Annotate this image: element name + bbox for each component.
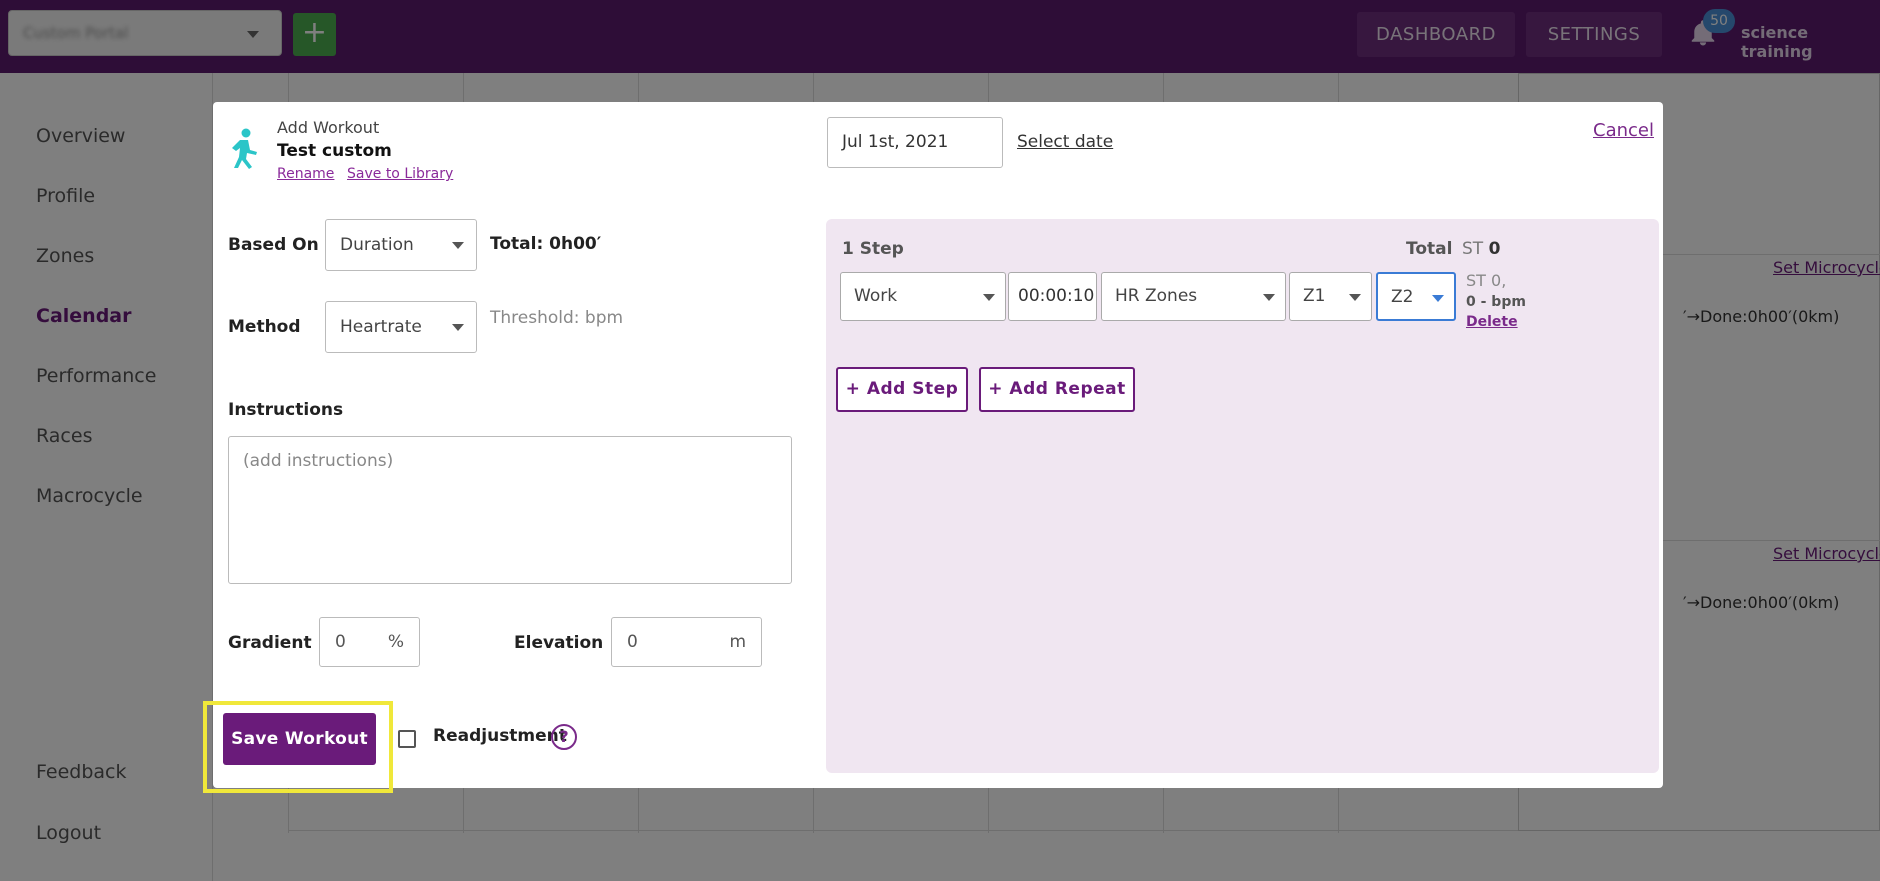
method-select[interactable]: Heartrate [325, 301, 477, 353]
zone-type-select[interactable]: HR Zones [1101, 272, 1286, 321]
based-on-select[interactable]: Duration [325, 219, 477, 271]
st-value: 0 [1488, 239, 1501, 259]
based-on-label: Based On [228, 235, 319, 255]
gradient-value: 0 [335, 632, 346, 652]
modal-eyebrow: Add Workout [277, 118, 380, 137]
add-step-button[interactable]: + Add Step [836, 367, 968, 412]
step-type-value: Work [854, 286, 898, 306]
elevation-label: Elevation [514, 633, 604, 653]
add-workout-modal: Add Workout Test custom Rename Save to L… [203, 102, 1663, 793]
readjustment-label: Readjustment [433, 726, 567, 746]
zone-to-value: Z2 [1391, 287, 1414, 307]
chevron-down-icon [1349, 294, 1361, 301]
date-input[interactable]: Jul 1st, 2021 [827, 117, 1003, 168]
save-to-library-link[interactable]: Save to Library [347, 166, 453, 182]
add-repeat-button[interactable]: + Add Repeat [979, 367, 1135, 412]
instructions-textarea[interactable]: (add instructions) [228, 436, 792, 584]
steps-total-label: Total [1406, 239, 1453, 259]
chevron-down-icon [452, 242, 464, 249]
rename-link[interactable]: Rename [277, 166, 334, 182]
step-builder-panel: 1 Step Total ST 0 Work 00:00:10 HR Zones… [826, 219, 1659, 773]
instructions-label: Instructions [228, 400, 344, 420]
step-duration-input[interactable]: 00:00:10 [1008, 272, 1097, 321]
threshold-text: Threshold: bpm [490, 308, 624, 328]
select-date-link[interactable]: Select date [1017, 132, 1113, 152]
gradient-input[interactable]: 0 % [319, 617, 420, 667]
steps-st-summary: ST 0 [1462, 239, 1500, 259]
chevron-down-icon [1263, 294, 1275, 301]
chevron-down-icon [452, 324, 464, 331]
cancel-link[interactable]: Cancel [1593, 120, 1654, 141]
based-on-value: Duration [340, 235, 414, 255]
chevron-down-icon [983, 294, 995, 301]
help-icon[interactable]: ? [551, 724, 577, 750]
step-count: 1 Step [842, 239, 904, 259]
running-icon [232, 128, 257, 169]
save-workout-button[interactable]: Save Workout [223, 713, 376, 765]
workout-total: Total: 0h00′ [490, 234, 602, 254]
zone-to-select[interactable]: Z2 [1376, 272, 1456, 321]
workout-title: Test custom [277, 141, 392, 161]
elevation-unit: m [729, 632, 746, 652]
elevation-value: 0 [627, 632, 638, 652]
step-bpm-text: 0 - bpm [1466, 294, 1526, 310]
gradient-label: Gradient [228, 633, 312, 653]
elevation-input[interactable]: 0 m [611, 617, 762, 667]
delete-step-link[interactable]: Delete [1466, 314, 1518, 330]
method-label: Method [228, 317, 301, 337]
st-label: ST [1462, 239, 1484, 259]
zone-from-value: Z1 [1303, 286, 1326, 306]
method-value: Heartrate [340, 317, 422, 337]
zone-type-value: HR Zones [1115, 286, 1198, 306]
step-type-select[interactable]: Work [840, 272, 1006, 321]
gradient-unit: % [387, 632, 404, 652]
zone-from-select[interactable]: Z1 [1289, 272, 1372, 321]
readjustment-checkbox[interactable] [398, 730, 416, 748]
chevron-down-icon [1432, 295, 1444, 302]
step-st-text: ST 0, [1466, 271, 1507, 290]
